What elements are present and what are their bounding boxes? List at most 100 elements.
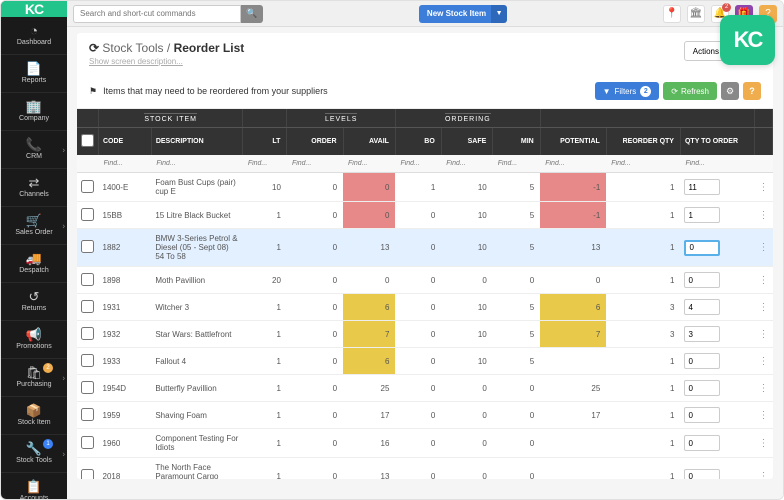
qty-to-order-input[interactable]	[684, 435, 720, 451]
new-stock-item-button[interactable]: New Stock Item	[419, 5, 494, 23]
sidebar-item-sales-order[interactable]: 🛒Sales Order›	[1, 207, 67, 245]
pin-icon[interactable]: 📍	[663, 5, 681, 23]
qty-to-order-input[interactable]	[684, 240, 720, 256]
filter-qty[interactable]	[683, 158, 751, 169]
row-menu-icon[interactable]: ⋮	[755, 348, 773, 375]
qty-to-order-input[interactable]	[684, 207, 720, 223]
table-row[interactable]: 1933Fallout 410601051⋮	[77, 348, 773, 375]
sidebar-item-dashboard[interactable]: ◔Dashboard	[1, 17, 67, 55]
col-qty-to-order[interactable]: QTY TO ORDER	[680, 128, 754, 156]
col-min[interactable]: MIN	[493, 128, 540, 156]
filter-desc[interactable]	[154, 158, 239, 169]
sidebar-item-stock-item[interactable]: 📦Stock Item	[1, 397, 67, 435]
row-checkbox[interactable]	[81, 300, 94, 313]
qty-to-order-input[interactable]	[684, 353, 720, 369]
col-safe[interactable]: SAFE	[441, 128, 493, 156]
row-menu-icon[interactable]: ⋮	[755, 267, 773, 294]
filter-safe[interactable]	[444, 158, 490, 169]
qty-to-order-input[interactable]	[684, 380, 720, 396]
sidebar-item-purchasing[interactable]: 🛍Purchasing›2	[1, 359, 67, 397]
group-ordering: ORDERING	[395, 109, 540, 128]
row-menu-icon[interactable]: ⋮	[755, 173, 773, 202]
table-row[interactable]: 15BB15 Litre Black Bucket1000105-11⋮	[77, 202, 773, 229]
refresh-page-icon[interactable]: ⟳	[89, 41, 99, 55]
table-row[interactable]: 1898Moth Pavillion200000001⋮	[77, 267, 773, 294]
col-code[interactable]: CODE	[99, 128, 152, 156]
table-row[interactable]: 1954DButterfly Pavillion1025000251⋮	[77, 375, 773, 402]
filter-bo[interactable]	[398, 158, 438, 169]
qty-to-order-input[interactable]	[684, 326, 720, 342]
row-checkbox[interactable]	[81, 408, 94, 421]
row-checkbox[interactable]	[81, 240, 94, 253]
refresh-button[interactable]: ⟳Refresh	[663, 82, 717, 100]
sales-order-icon: 🛒	[26, 214, 42, 227]
bank-icon[interactable]: 🏛	[687, 5, 705, 23]
row-menu-icon[interactable]: ⋮	[755, 402, 773, 429]
row-menu-icon[interactable]: ⋮	[755, 429, 773, 458]
sidebar-item-accounts[interactable]: 📋Accounts	[1, 473, 67, 500]
sidebar-item-promotions[interactable]: 📢Promotions	[1, 321, 67, 359]
row-menu-icon[interactable]: ⋮	[755, 229, 773, 267]
chevron-right-icon: ›	[62, 145, 65, 154]
qty-to-order-input[interactable]	[684, 272, 720, 288]
col-lt[interactable]: LT	[243, 128, 287, 156]
qty-to-order-input[interactable]	[684, 299, 720, 315]
sidebar: KC ◔Dashboard📄Reports🏢Company📞CRM›⇄Chann…	[1, 1, 67, 499]
select-all-checkbox[interactable]	[81, 134, 94, 147]
filters-button[interactable]: ▼Filters2	[595, 82, 660, 100]
col-order[interactable]: ORDER	[287, 128, 343, 156]
sidebar-item-returns[interactable]: ↺Returns	[1, 283, 67, 321]
table-row[interactable]: 1932Star Wars: Battlefront107010573⋮	[77, 321, 773, 348]
sidebar-item-despatch[interactable]: 🚚Despatch	[1, 245, 67, 283]
qty-to-order-input[interactable]	[684, 407, 720, 423]
row-checkbox[interactable]	[81, 381, 94, 394]
table-row[interactable]: 2018The North Face Paramount Cargo Short…	[77, 458, 773, 480]
row-checkbox[interactable]	[81, 208, 94, 221]
table-row[interactable]: 1959Shaving Foam1017000171⋮	[77, 402, 773, 429]
table-row[interactable]: 1931Witcher 3106010563⋮	[77, 294, 773, 321]
row-menu-icon[interactable]: ⋮	[755, 202, 773, 229]
filter-order[interactable]	[290, 158, 340, 169]
topbar: 🔍 New Stock Item ▼ 📍 🏛 🔔 🎁 ?	[67, 1, 783, 27]
col-potential[interactable]: POTENTIAL	[540, 128, 606, 156]
row-checkbox[interactable]	[81, 327, 94, 340]
row-checkbox[interactable]	[81, 354, 94, 367]
show-description-link[interactable]: Show screen description...	[89, 57, 244, 66]
flag-icon: ⚑	[89, 86, 97, 97]
row-checkbox[interactable]	[81, 273, 94, 286]
sidebar-item-company[interactable]: 🏢Company	[1, 93, 67, 131]
sidebar-item-stock-tools[interactable]: 🔧Stock Tools›1	[1, 435, 67, 473]
row-menu-icon[interactable]: ⋮	[755, 375, 773, 402]
sidebar-item-crm[interactable]: 📞CRM›	[1, 131, 67, 169]
col-avail[interactable]: AVAIL	[343, 128, 395, 156]
col-reorder-qty[interactable]: REORDER QTY	[606, 128, 680, 156]
col-bo[interactable]: BO	[395, 128, 441, 156]
table-row[interactable]: 1400-EFoam Bust Cups (pair) cup E1000110…	[77, 173, 773, 202]
row-checkbox[interactable]	[81, 469, 94, 479]
sidebar-item-channels[interactable]: ⇄Channels	[1, 169, 67, 207]
filter-code[interactable]	[102, 158, 149, 169]
filter-min[interactable]	[496, 158, 537, 169]
col-description[interactable]: DESCRIPTION	[151, 128, 242, 156]
help-button[interactable]: ?	[743, 82, 761, 100]
filter-lt[interactable]	[246, 158, 284, 169]
filter-reorder[interactable]	[609, 158, 677, 169]
search-input[interactable]	[73, 5, 241, 23]
filter-pot[interactable]	[543, 158, 603, 169]
qty-to-order-input[interactable]	[684, 469, 720, 480]
filter-avail[interactable]	[346, 158, 392, 169]
gear-button[interactable]: ⚙	[721, 82, 739, 100]
table-row[interactable]: 1882BMW 3-Series Petrol & Diesel (05 - S…	[77, 229, 773, 267]
search-button[interactable]: 🔍	[241, 5, 263, 23]
row-checkbox[interactable]	[81, 436, 94, 449]
row-checkbox[interactable]	[81, 180, 94, 193]
logo[interactable]: KC	[1, 1, 67, 17]
badge: 2	[43, 363, 53, 373]
row-menu-icon[interactable]: ⋮	[755, 321, 773, 348]
qty-to-order-input[interactable]	[684, 179, 720, 195]
new-stock-item-dropdown[interactable]: ▼	[491, 5, 507, 23]
sidebar-item-reports[interactable]: 📄Reports	[1, 55, 67, 93]
table-row[interactable]: 1960Component Testing For Idiots10160001…	[77, 429, 773, 458]
row-menu-icon[interactable]: ⋮	[755, 294, 773, 321]
row-menu-icon[interactable]: ⋮	[755, 458, 773, 480]
